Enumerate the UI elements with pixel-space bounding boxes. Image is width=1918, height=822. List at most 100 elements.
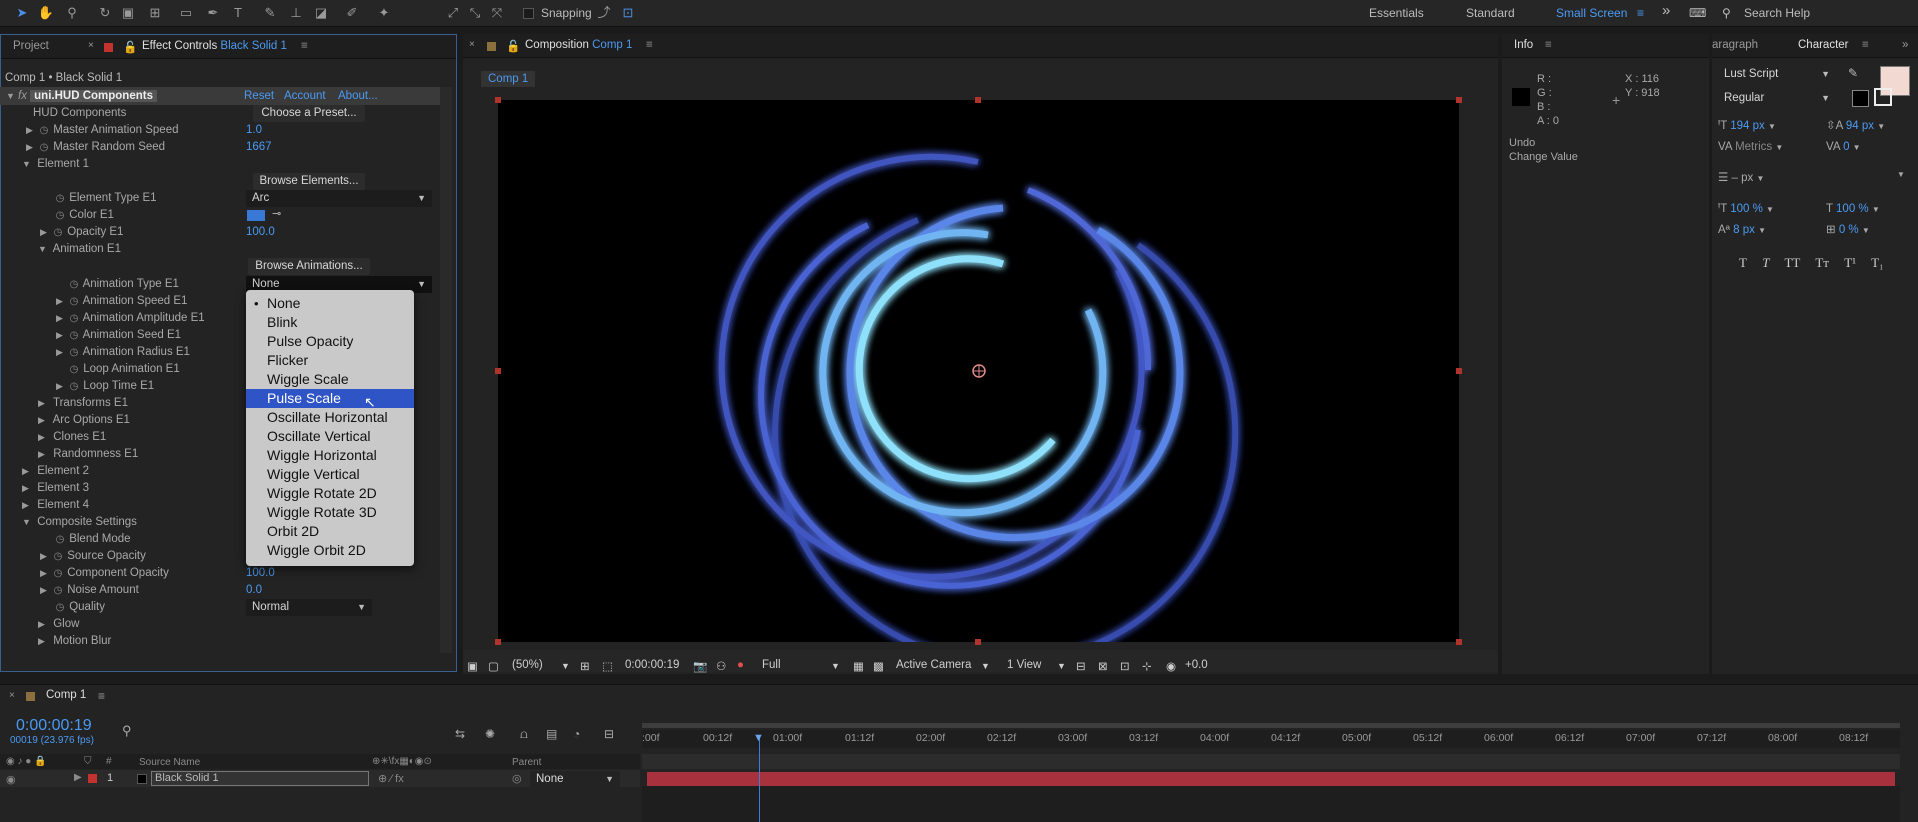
kerning-value[interactable]: Metrics — [1735, 141, 1772, 153]
workspace-standard[interactable]: Standard — [1466, 6, 1515, 20]
comp-mini-flowchart-icon[interactable]: ⇆ — [455, 727, 465, 741]
panel-menu-icon[interactable]: ≡ — [98, 689, 105, 703]
menu-item-wiggle-vertical[interactable]: Wiggle Vertical — [246, 465, 414, 484]
eyedropper-icon[interactable]: ✎ — [1848, 66, 1858, 80]
close-tab-icon[interactable]: × — [469, 39, 475, 50]
menu-item-oscillate-horizontal[interactable]: Oscillate Horizontal — [246, 408, 414, 427]
stopwatch-icon[interactable]: ◷ — [68, 378, 80, 395]
menu-item-blink[interactable]: Blink — [246, 313, 414, 332]
type-tool-icon[interactable]: T — [228, 3, 248, 23]
panel-menu-icon[interactable]: ≡ — [1545, 39, 1552, 51]
expand-triangle-icon[interactable]: ▶ — [26, 139, 38, 156]
timeline-timecode[interactable]: 0:00:00:19 — [16, 717, 92, 735]
expand-triangle-icon[interactable]: ▶ — [56, 378, 68, 395]
timeline-tab[interactable]: Comp 1 — [46, 689, 86, 701]
horizontal-scale-value[interactable]: 100 % — [1836, 203, 1869, 215]
eyedropper-icon[interactable]: ⊸ — [272, 207, 281, 220]
expand-triangle-icon[interactable]: ▼ — [6, 88, 18, 105]
prop-glow[interactable]: Glow — [53, 618, 79, 630]
frame-blending-icon[interactable]: ▤ — [546, 727, 557, 741]
chevron-down-icon[interactable]: ▼ — [561, 661, 570, 671]
font-family-dropdown[interactable]: Lust Script ▼ — [1718, 66, 1836, 83]
axis-world-icon[interactable]: ⤡ — [465, 3, 485, 23]
playhead-icon[interactable]: ▼ — [753, 732, 764, 744]
camera-tool-icon[interactable]: ▣ — [118, 3, 138, 23]
eraser-tool-icon[interactable]: ◪ — [311, 3, 331, 23]
pan-behind-tool-icon[interactable]: ⊞ — [145, 3, 165, 23]
faux-bold-button[interactable]: T — [1739, 255, 1747, 270]
parent-pickwhip-icon[interactable]: ◎ — [512, 772, 522, 785]
expand-triangle-icon[interactable]: ▶ — [22, 497, 34, 514]
timeline-icon[interactable]: ⊡ — [1120, 659, 1130, 673]
snapping-checkbox[interactable] — [523, 8, 534, 19]
axis-view-icon[interactable]: ⤧ — [487, 3, 507, 23]
stopwatch-icon[interactable]: ◷ — [38, 122, 50, 139]
transform-handle[interactable] — [495, 97, 501, 103]
parent-header[interactable]: Parent — [512, 757, 541, 768]
transform-handle[interactable] — [1456, 639, 1462, 645]
expand-triangle-icon[interactable]: ▶ — [40, 548, 52, 565]
snap-features-icon[interactable]: ⊡ — [618, 3, 638, 23]
fx-icon[interactable]: fx — [18, 90, 27, 102]
pen-tool-icon[interactable]: ✒ — [203, 3, 223, 23]
subscript-button[interactable]: T₁ — [1871, 255, 1883, 270]
layer-color-label[interactable] — [88, 774, 97, 783]
layer-name-field[interactable]: Black Solid 1 — [151, 771, 369, 786]
menu-item-pulse-scale[interactable]: Pulse Scale — [246, 389, 414, 408]
menu-item-orbit-2d[interactable]: Orbit 2D — [246, 522, 414, 541]
menu-item-pulse-opacity[interactable]: Pulse Opacity — [246, 332, 414, 351]
search-help-input[interactable]: Search Help — [1744, 6, 1810, 20]
stopwatch-icon[interactable]: ◷ — [52, 224, 64, 241]
close-tab-icon[interactable]: × — [9, 690, 15, 701]
tab-character[interactable]: Character — [1798, 39, 1849, 51]
panel-overflow-icon[interactable]: » — [1902, 39, 1908, 51]
transform-handle[interactable] — [1456, 97, 1462, 103]
resolution-dropdown[interactable]: Full — [762, 659, 781, 671]
motion-blur-icon[interactable]: ◔ — [573, 727, 580, 741]
chevron-down-icon[interactable]: ▼ — [1766, 205, 1774, 214]
views-dropdown[interactable]: 1 View — [1007, 659, 1041, 671]
chevron-down-icon[interactable]: ▼ — [1057, 661, 1066, 671]
close-tab-icon[interactable]: × — [88, 40, 94, 51]
leading-value[interactable]: 94 px — [1846, 120, 1874, 132]
transparency-grid-icon[interactable]: ▩ — [873, 659, 884, 673]
expand-triangle-icon[interactable]: ▶ — [56, 293, 68, 310]
search-icon[interactable]: ⚲ — [1722, 6, 1731, 20]
tab-info[interactable]: Info — [1514, 39, 1533, 51]
tab-project[interactable]: Project — [13, 40, 49, 52]
font-style-dropdown[interactable]: Regular ▼ — [1718, 90, 1836, 107]
rotate-tool-icon[interactable]: ↻ — [95, 3, 115, 23]
small-caps-button[interactable]: Tт — [1815, 255, 1829, 270]
chevron-down-icon[interactable]: ▼ — [1768, 122, 1776, 131]
current-time[interactable]: 0:00:00:19 — [625, 659, 679, 671]
safe-zones-icon[interactable]: ⊞ — [580, 659, 590, 673]
expand-triangle-icon[interactable]: ▶ — [56, 327, 68, 344]
menu-item-wiggle-orbit-2d[interactable]: Wiggle Orbit 2D — [246, 541, 414, 560]
clone-stamp-tool-icon[interactable]: ⊥ — [286, 3, 306, 23]
menu-item-wiggle-rotate-2d[interactable]: Wiggle Rotate 2D — [246, 484, 414, 503]
expand-triangle-icon[interactable]: ▶ — [40, 582, 52, 599]
toggle-mask-icon[interactable]: ⬚ — [602, 659, 613, 673]
expand-triangle-icon[interactable]: ▼ — [22, 514, 34, 531]
layer-switches-icon[interactable]: ⊕ ⁄ fx — [378, 772, 404, 785]
pixel-aspect-icon[interactable]: ⊟ — [1076, 659, 1086, 673]
fast-previews-icon[interactable]: ⊠ — [1098, 659, 1108, 673]
expand-triangle-icon[interactable]: ▶ — [56, 310, 68, 327]
stopwatch-icon[interactable]: ◷ — [54, 190, 66, 207]
stopwatch-icon[interactable]: ◷ — [52, 582, 64, 599]
menu-item-wiggle-scale[interactable]: Wiggle Scale — [246, 370, 414, 389]
stopwatch-icon[interactable]: ◷ — [68, 276, 80, 293]
lock-icon[interactable]: 🔓 — [123, 40, 137, 54]
expand-triangle-icon[interactable]: ▶ — [56, 344, 68, 361]
chevron-down-icon[interactable]: ▼ — [1862, 226, 1870, 235]
expand-triangle-icon[interactable]: ▶ — [38, 633, 50, 650]
chevron-down-icon[interactable]: ▼ — [1756, 174, 1764, 183]
all-caps-button[interactable]: TT — [1784, 255, 1800, 270]
expand-triangle-icon[interactable]: ▶ — [22, 463, 34, 480]
expand-triangle-icon[interactable]: ▶ — [26, 122, 38, 139]
tsume-value[interactable]: 0 % — [1839, 224, 1859, 236]
expand-triangle-icon[interactable]: ▼ — [22, 156, 34, 173]
composition-canvas[interactable] — [495, 97, 1462, 666]
channel-icon[interactable]: ● — [737, 659, 744, 671]
reset-link[interactable]: Reset — [244, 88, 274, 105]
